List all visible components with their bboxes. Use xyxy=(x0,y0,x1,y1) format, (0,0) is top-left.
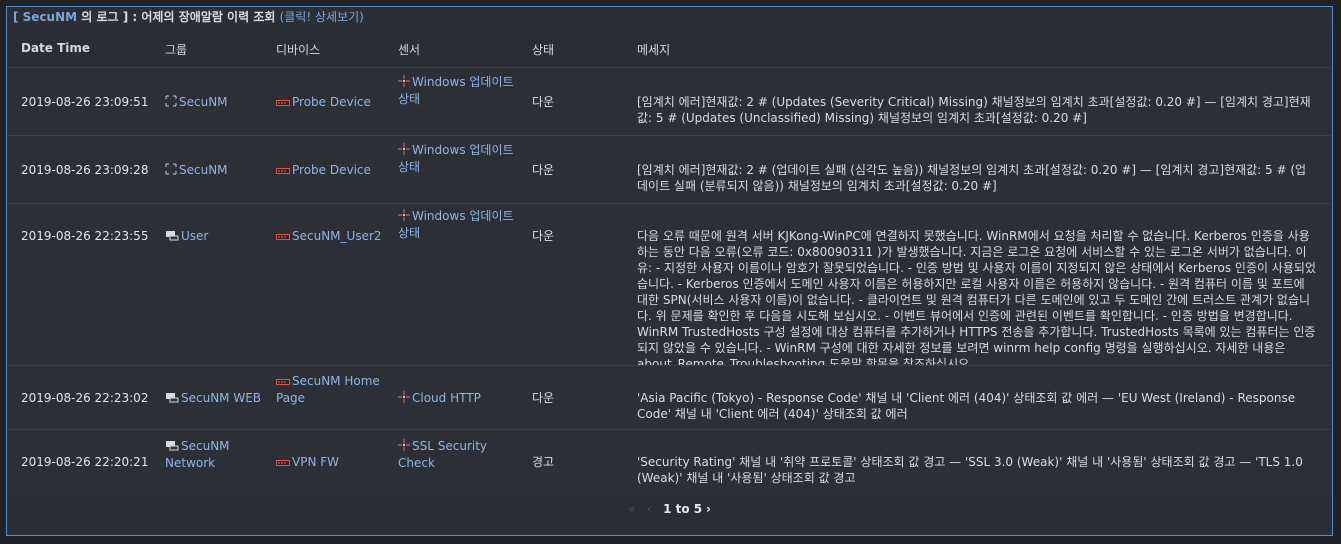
col-datetime[interactable]: Date Time xyxy=(21,41,90,55)
row-datetime: 2019-08-26 23:09:51 xyxy=(21,95,149,109)
row-device[interactable]: VPN FW xyxy=(276,454,386,471)
row-sensor-label: Windows 업데이트 상태 xyxy=(398,143,514,174)
col-sensor[interactable]: 센서 xyxy=(398,41,420,58)
next-page-button[interactable]: › xyxy=(706,502,711,516)
group-bracket-icon xyxy=(165,95,177,111)
row-sensor-label: SSL Security Check xyxy=(398,439,488,470)
row-group[interactable]: User xyxy=(165,228,265,245)
row-status: 다운 xyxy=(532,163,555,177)
row-device-label: VPN FW xyxy=(292,455,340,469)
device-red-icon xyxy=(276,163,290,179)
row-device-label: SecuNM_User2 xyxy=(292,229,382,243)
row-sensor[interactable]: Windows 업데이트 상태 xyxy=(398,142,520,175)
row-group-label: SecuNM WEB xyxy=(181,391,262,405)
row-sensor[interactable]: Windows 업데이트 상태 xyxy=(398,74,520,107)
row-group-label: User xyxy=(181,229,209,243)
panel-title-prefix: [ SecuNM xyxy=(13,10,78,24)
row-status: 다운 xyxy=(532,229,555,243)
row-message: [임계치 에러]현재값: 2 # (Updates (Severity Crit… xyxy=(637,95,1311,125)
col-message[interactable]: 메세지 xyxy=(637,41,670,58)
row-datetime: 2019-08-26 22:23:02 xyxy=(21,391,149,405)
row-datetime: 2019-08-26 23:09:28 xyxy=(21,163,149,177)
row-device-label: SecuNM Home Page xyxy=(276,374,380,405)
alarm-log-panel: [ SecuNM 의 로그 ] : 어제의 장애알람 이력 조회 (클릭! 상세… xyxy=(6,6,1333,536)
page-range: 1 to 5 xyxy=(663,502,703,516)
row-sensor-label: Windows 업데이트 상태 xyxy=(398,75,514,106)
col-group[interactable]: 그룹 xyxy=(165,41,187,58)
row-group[interactable]: SecuNM xyxy=(165,94,265,111)
group-bracket-icon xyxy=(165,163,177,179)
device-red-icon xyxy=(276,95,290,111)
prev-page-button[interactable]: ‹ xyxy=(647,502,652,516)
group-user-icon xyxy=(165,391,179,407)
row-message: 'Security Rating' 채널 내 '취약 프로토콜' 상태조회 값 … xyxy=(637,455,1303,485)
sensor-cross-icon xyxy=(398,75,410,91)
sensor-cross-icon xyxy=(398,439,410,455)
row-group[interactable]: SecuNM WEB xyxy=(165,390,265,407)
row-sensor-label: Cloud HTTP xyxy=(412,391,481,405)
table-header: Date Time 그룹 디바이스 센서 상태 메세지 xyxy=(8,32,1331,66)
panel-title-text: 의 로그 ] : 어제의 장애알람 이력 조회 xyxy=(81,10,276,24)
device-red-icon xyxy=(276,374,290,390)
col-device[interactable]: 디바이스 xyxy=(276,41,320,58)
table-row[interactable]: 2019-08-26 22:23:02 SecuNM WEB SecuNM Ho… xyxy=(8,365,1331,430)
row-group[interactable]: SecuNM Network xyxy=(165,438,265,471)
panel-detail-link[interactable]: (클릭! 상세보기) xyxy=(280,10,364,24)
row-message: 'Asia Pacific (Tokyo) - Response Code' 채… xyxy=(637,391,1296,421)
pagination: « ‹ 1 to 5 › xyxy=(7,497,1332,521)
row-device-label: Probe Device xyxy=(292,95,371,109)
row-status: 경고 xyxy=(532,455,555,469)
sensor-cross-icon xyxy=(398,391,410,407)
row-sensor[interactable]: Windows 업데이트 상태 xyxy=(398,208,520,241)
row-group-label: SecuNM xyxy=(179,95,228,109)
row-datetime: 2019-08-26 22:20:21 xyxy=(21,455,149,469)
row-status: 다운 xyxy=(532,391,555,405)
group-user-icon xyxy=(165,229,179,245)
sensor-cross-icon xyxy=(398,209,410,225)
row-device[interactable]: Probe Device xyxy=(276,162,386,179)
sensor-cross-icon xyxy=(398,143,410,159)
table-row[interactable]: 2019-08-26 22:23:55 User SecuNM_User2 Wi… xyxy=(8,203,1331,371)
row-device[interactable]: Probe Device xyxy=(276,94,386,111)
row-datetime: 2019-08-26 22:23:55 xyxy=(21,229,149,243)
first-page-button[interactable]: « xyxy=(628,502,635,516)
row-device[interactable]: SecuNM_User2 xyxy=(276,228,386,245)
table-row[interactable]: 2019-08-26 22:20:21 SecuNM Network VPN F… xyxy=(8,429,1331,494)
table-row[interactable]: 2019-08-26 23:09:51 SecuNM Probe Device … xyxy=(8,67,1331,136)
col-status[interactable]: 상태 xyxy=(532,41,554,58)
row-device[interactable]: SecuNM Home Page xyxy=(276,373,386,406)
row-group[interactable]: SecuNM xyxy=(165,162,265,179)
panel-title[interactable]: [ SecuNM 의 로그 ] : 어제의 장애알람 이력 조회 (클릭! 상세… xyxy=(7,7,1332,29)
row-sensor-label: Windows 업데이트 상태 xyxy=(398,209,514,240)
row-message: 다음 오류 때문에 원격 서버 KJKong-WinPC에 연결하지 못했습니다… xyxy=(637,229,1316,371)
row-status: 다운 xyxy=(532,95,555,109)
row-device-label: Probe Device xyxy=(292,163,371,177)
row-sensor[interactable]: SSL Security Check xyxy=(398,438,520,471)
row-group-label: SecuNM xyxy=(179,163,228,177)
row-sensor[interactable]: Cloud HTTP xyxy=(398,390,520,407)
row-message: [임계치 에러]현재값: 2 # (업데이트 실패 (심각도 높음)) 채널정보… xyxy=(637,163,1307,193)
table-row[interactable]: 2019-08-26 23:09:28 SecuNM Probe Device … xyxy=(8,135,1331,204)
device-red-icon xyxy=(276,229,290,245)
group-user-icon xyxy=(165,439,179,455)
device-red-icon xyxy=(276,455,290,471)
